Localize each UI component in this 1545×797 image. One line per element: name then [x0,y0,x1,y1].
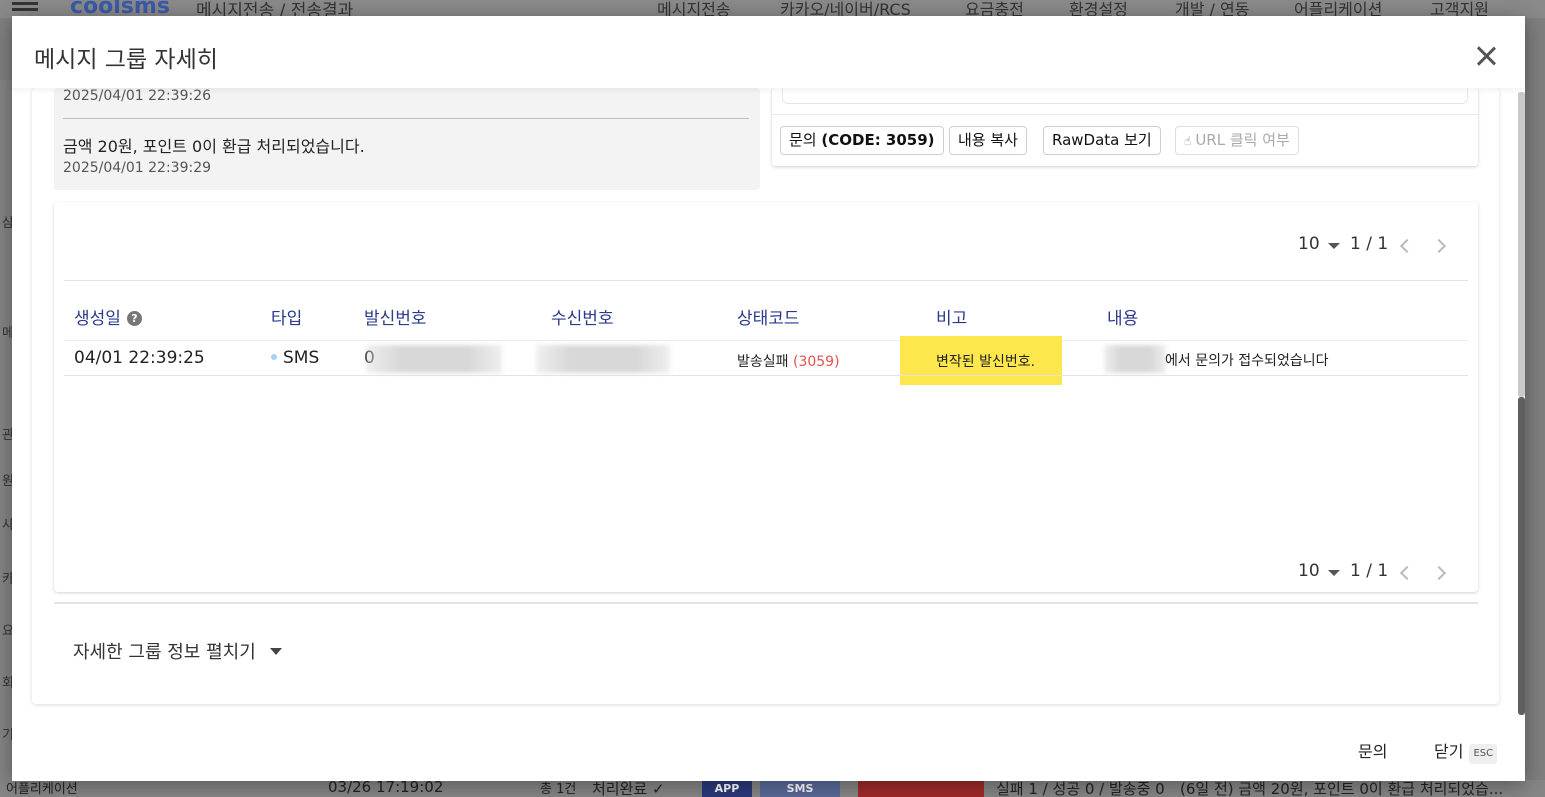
section-divider [54,602,1478,604]
page-size-select[interactable]: 10 [1298,561,1320,581]
redacted-sender-number [366,345,502,373]
column-header-note[interactable]: 비고 [936,304,967,329]
close-icon[interactable] [1474,44,1498,68]
chevron-left-icon[interactable] [1399,238,1415,254]
page-size-select[interactable]: 10 [1298,234,1320,254]
column-header-content[interactable]: 내용 [1107,304,1138,329]
background-row-count: 총 1건 [540,782,577,797]
background-fail-bar [858,781,984,797]
modal-title: 메시지 그룹 자세히 [34,47,218,73]
page-info: 1 / 1 [1350,234,1389,254]
background-row-result: 실패 1 / 성공 0 / 발송중 0 [996,780,1165,797]
table-row-divider [64,375,1468,376]
message-table-card: 10 1 / 1 생성일? 타입 발신번호 수신번호 상태코드 비고 내용 변작… [54,202,1478,592]
url-click-button[interactable]: ☝ URL 클릭 여부 [1175,126,1299,155]
cell-status: 발송실패 (3059) [737,351,840,371]
page-info: 1 / 1 [1350,561,1389,581]
caret-down-icon [269,648,282,655]
table-header-divider [64,340,1468,341]
note-highlight: 변작된 발신번호. [900,336,1062,385]
hamburger-menu-icon[interactable] [12,2,38,16]
footer-close-label: 닫기 [1434,742,1464,761]
chevron-right-icon[interactable] [1431,565,1447,581]
chevron-right-icon[interactable] [1431,238,1447,254]
table-top-divider [64,280,1468,281]
cell-type-label: SMS [283,348,320,368]
log-timestamp: 2025/04/01 22:39:29 [63,160,212,176]
expand-group-info-toggle[interactable]: 자세한 그룹 정보 펼치기 [73,638,282,664]
inquiry-code-button[interactable]: 문의 (CODE: 3059) [780,126,944,155]
background-sidebar-apps: 어플리케이션 [6,782,78,797]
column-header-created[interactable]: 생성일? [74,304,142,329]
help-icon[interactable]: ? [126,311,142,326]
copy-content-button[interactable]: 내용 복사 [949,126,1027,155]
message-group-detail-modal: 메시지 그룹 자세히 2025/04/01 22:39:26 금액 20원, 포… [12,16,1525,781]
column-header-from[interactable]: 발신번호 [364,304,427,329]
chevron-left-icon[interactable] [1399,565,1415,581]
status-code: (3059) [792,354,840,370]
chevron-down-icon[interactable] [1328,243,1340,249]
modal-header: 메시지 그룹 자세히 [12,16,1525,88]
footer-inquiry-button[interactable]: 문의 [1358,738,1387,762]
rawdata-view-button[interactable]: RawData 보기 [1043,126,1161,155]
redacted-content-prefix [1104,345,1166,373]
background-row-message: (6일 전) 금액 20원, 포인트 0이 환급 처리되었습... [1180,780,1504,797]
cell-type: SMS [271,348,319,368]
column-header-status[interactable]: 상태코드 [737,304,800,329]
log-timestamp: 2025/04/01 22:39:26 [63,88,212,104]
log-divider [63,118,749,119]
cell-created: 04/01 22:39:25 [74,348,205,368]
note-text: 변작된 발신번호. [936,354,1036,370]
footer-close-button[interactable]: 닫기 ESC [1434,738,1498,764]
background-sidebar: 삼 메 관 원 사 카 요 회 기 [0,80,14,797]
inquiry-button-label: 문의 [789,131,822,149]
cell-content: 에서 문의가 접수되었습니다 [1165,353,1329,369]
action-divider [772,114,1478,115]
column-header-to[interactable]: 수신번호 [551,304,614,329]
background-row-date: 03/26 17:19:02 [328,780,444,796]
message-preview-box [782,88,1468,104]
log-message: 금액 20원, 포인트 0이 환급 처리되었습니다. [63,137,365,156]
expand-group-info-label: 자세한 그룹 정보 펼치기 [73,642,256,663]
status-log: 2025/04/01 22:39:26 금액 20원, 포인트 0이 환급 처리… [54,88,760,190]
chevron-down-icon[interactable] [1328,570,1340,576]
message-action-card: 문의 (CODE: 3059) 내용 복사 RawData 보기 ☝ URL 클릭… [772,88,1478,166]
background-app-badge: APP [702,781,752,797]
pointer-cursor-icon: ☝ [1184,134,1192,148]
sms-type-dot-icon [271,354,277,360]
modal-scrollbar-thumb[interactable] [1518,397,1525,715]
redacted-recipient-number [536,345,670,373]
inquiry-code: (CODE: 3059) [821,131,935,149]
status-label: 발송실패 [737,354,793,370]
background-sms-badge: SMS [760,781,840,797]
background-row-status: 처리완료 ✓ [592,780,665,797]
column-header-type[interactable]: 타입 [271,304,302,329]
esc-key-badge: ESC [1469,744,1498,764]
url-click-label: URL 클릭 여부 [1195,131,1290,149]
background-list-row: 어플리케이션 03/26 17:19:02 총 1건 처리완료 ✓ APP SM… [0,780,1545,797]
column-header-created-label: 생성일 [74,309,121,329]
modal-scrollbar-upper[interactable] [1518,92,1525,397]
